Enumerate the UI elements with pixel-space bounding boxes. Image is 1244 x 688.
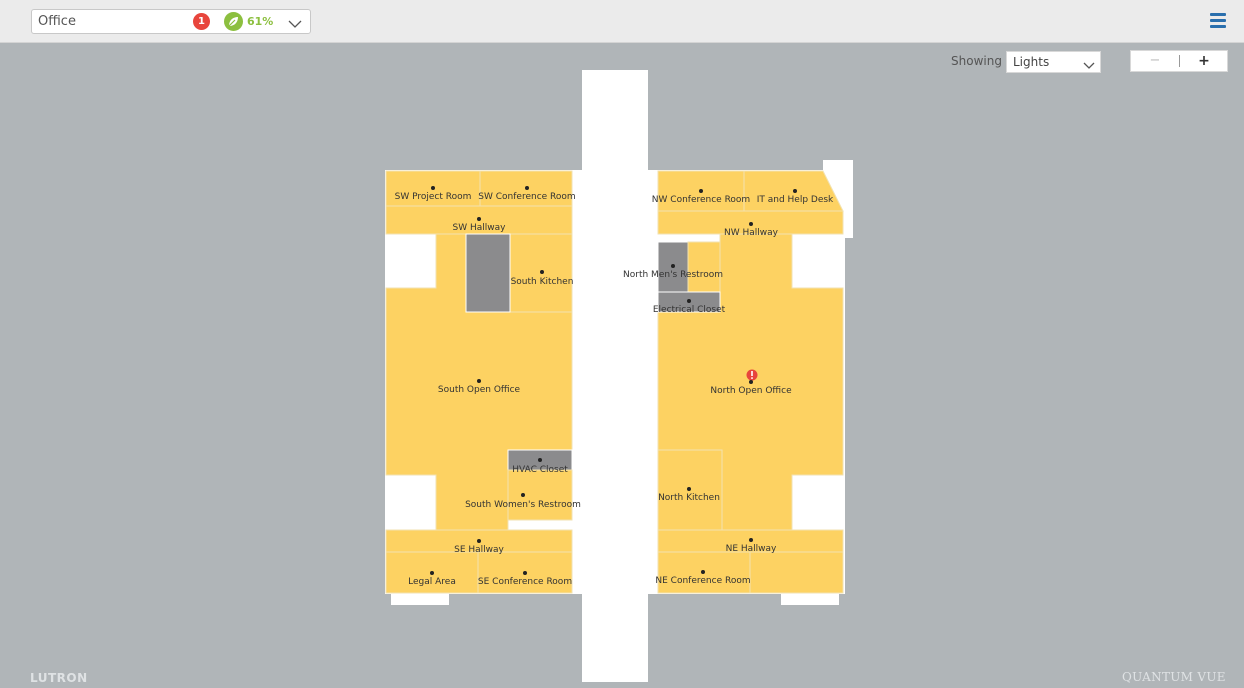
room-label: Legal Area (408, 577, 456, 587)
room-marker (521, 493, 525, 497)
room-label: SE Conference Room (477, 577, 573, 587)
room-label: NW Hallway (724, 228, 778, 238)
room-label: NE Conference Room (655, 576, 751, 586)
room-label: HVAC Closet (512, 465, 568, 475)
floor-plan (385, 70, 853, 682)
alert-marker-icon[interactable] (746, 369, 758, 381)
room-marker (699, 189, 703, 193)
room-label: NE Hallway (725, 544, 777, 554)
room-label: IT and Help Desk (756, 195, 834, 205)
room-marker (477, 379, 481, 383)
room-label: South Open Office (437, 385, 521, 395)
room-marker (538, 458, 542, 462)
room-marker (687, 487, 691, 491)
room-label: Electrical Closet (652, 305, 726, 315)
room-label: SE Hallway (454, 545, 504, 555)
quantum-vue-logo: QUANTUM VUE (1122, 670, 1226, 684)
room-marker (431, 186, 435, 190)
room-label: North Kitchen (658, 493, 720, 503)
room-marker (540, 270, 544, 274)
room-marker (477, 217, 481, 221)
room-marker (749, 380, 753, 384)
room-marker (749, 538, 753, 542)
room-label: SW Project Room (394, 192, 472, 202)
room-label: North Open Office (710, 386, 792, 396)
room-marker (793, 189, 797, 193)
room-ne-corner (749, 551, 844, 594)
room-label: South Women's Restroom (465, 500, 581, 510)
room-marker (687, 299, 691, 303)
room-marker (671, 264, 675, 268)
room-south-womens-restroom[interactable] (507, 469, 573, 521)
room-north-mens-restroom-b[interactable] (687, 241, 721, 293)
room-marker (749, 222, 753, 226)
room-label: SW Conference Room (478, 192, 576, 202)
room-marker (701, 570, 705, 574)
room-label: South Kitchen (510, 277, 574, 287)
room-label: North Men's Restroom (623, 270, 723, 280)
room-label: SW Hallway (452, 223, 506, 233)
room-marker (430, 571, 434, 575)
room-label: NW Conference Room (651, 195, 751, 205)
room-marker (525, 186, 529, 190)
lutron-logo: LUTRON (30, 671, 88, 685)
room-marker (477, 539, 481, 543)
room-marker (523, 571, 527, 575)
room-storage-south (465, 233, 511, 313)
